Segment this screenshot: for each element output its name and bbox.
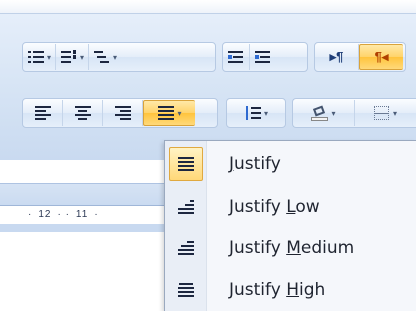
multilevel-dropdown-arrow[interactable]: ▾ [113,53,117,62]
list-buttons-group: ▾ ▾ ▾ [22,42,216,72]
justify-medium-icon [169,231,203,265]
line-spacing-icon [244,105,262,121]
borders-button[interactable]: ▾ [355,100,415,126]
bullets-button[interactable]: ▾ [23,44,57,70]
justify-icon [169,147,203,181]
direction-buttons-group: ▸¶ ¶◂ [314,42,406,72]
ruler-mark: 11 [75,209,89,220]
left-to-right-button[interactable]: ▸¶ [315,44,359,70]
ruler-mark: 12 [38,209,52,220]
ruler-bottom-strip [0,224,170,232]
menu-item-justify-medium[interactable]: Justify Medium [165,227,416,269]
multilevel-list-button[interactable]: ▾ [89,44,121,70]
ribbon-top-edge [0,0,416,14]
multilevel-list-icon [93,49,111,65]
line-spacing-group: ▾ [226,98,286,128]
line-spacing-button[interactable]: ▾ [227,100,285,126]
numbering-dropdown-arrow[interactable]: ▾ [80,53,84,62]
decrease-indent-icon [227,49,245,65]
center-icon [74,105,92,121]
justify-icon [157,105,175,121]
right-to-left-button[interactable]: ¶◂ [359,44,403,70]
justify-high-icon [169,273,203,307]
numbering-icon [60,49,78,65]
align-left-icon [34,105,52,121]
alignment-buttons-group: ▾ [22,98,218,128]
ltr-label: ▸¶ [329,49,344,64]
center-button[interactable] [63,100,103,126]
align-right-button[interactable] [103,100,143,126]
shading-borders-group: ▾ ▾ [292,98,416,128]
justify-dropdown-menu: Justify Justify Low Justify Medium Justi… [164,140,416,311]
shading-button[interactable]: ▾ [293,100,355,126]
ribbon-paragraph-group: ▾ ▾ ▾ ▸¶ ¶◂ ▾ ▾ ▾ ▾ [0,0,416,160]
borders-icon [373,105,391,121]
borders-dropdown-arrow[interactable]: ▾ [393,109,397,118]
menu-item-label: Justify Low [229,197,320,217]
increase-indent-button[interactable] [250,44,276,70]
numbering-button[interactable]: ▾ [56,44,90,70]
menu-item-label: Justify High [229,280,326,300]
justify-dropdown-arrow[interactable]: ▾ [177,109,181,118]
horizontal-ruler[interactable]: · 12 · · 11 · [0,205,170,223]
decrease-indent-button[interactable] [223,44,250,70]
rtl-label: ¶◂ [374,49,389,64]
menu-item-label: Justify [229,154,281,174]
menu-item-label: Justify Medium [229,238,355,258]
increase-indent-icon [254,49,272,65]
align-left-button[interactable] [23,100,63,126]
bullets-icon [27,49,45,65]
shading-dropdown-arrow[interactable]: ▾ [331,109,335,118]
menu-item-justify-high[interactable]: Justify High [165,269,416,311]
align-right-icon [114,105,132,121]
justify-low-icon [169,190,203,224]
menu-item-justify[interactable]: Justify [165,143,416,185]
justify-button[interactable]: ▾ [143,100,195,126]
bullets-dropdown-arrow[interactable]: ▾ [47,53,51,62]
line-spacing-dropdown-arrow[interactable]: ▾ [264,109,268,118]
shading-icon [311,105,329,121]
indent-buttons-group [222,42,308,72]
menu-item-justify-low[interactable]: Justify Low [165,186,416,228]
